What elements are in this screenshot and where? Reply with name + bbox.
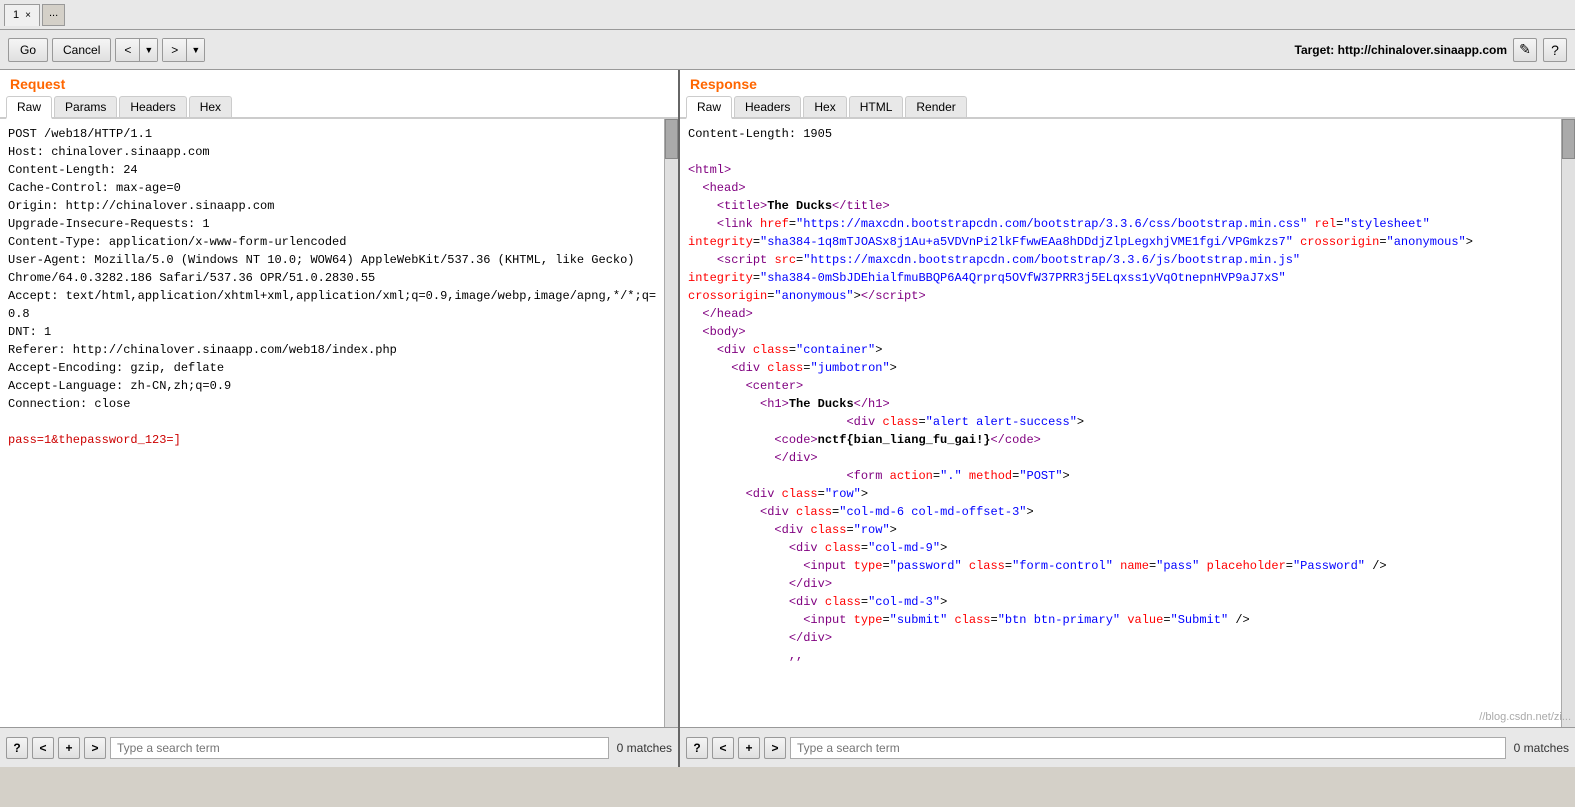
request-tab-raw[interactable]: Raw (6, 96, 52, 119)
response-search-bar: ? < + > 0 matches (680, 727, 1575, 767)
request-search-help[interactable]: ? (6, 737, 28, 759)
watermark: //blog.csdn.net/zi... (1479, 711, 1575, 723)
target-label: Target: http://chinalover.sinaapp.com (1295, 43, 1508, 57)
forward-arrow[interactable]: ▼ (187, 39, 204, 61)
toolbar-left: Go Cancel < ▼ > ▼ (8, 38, 205, 62)
request-scrollbar-thumb (665, 119, 678, 159)
go-button[interactable]: Go (8, 38, 48, 62)
back-main[interactable]: < (116, 39, 140, 61)
tab-label: 1 (13, 9, 19, 21)
response-tab-hex[interactable]: Hex (803, 96, 846, 117)
main-container: Request Raw Params Headers Hex POST /web… (0, 70, 1575, 767)
request-search-add[interactable]: + (58, 737, 80, 759)
request-tab-params[interactable]: Params (54, 96, 117, 117)
forward-split-button[interactable]: > ▼ (162, 38, 205, 62)
request-search-bar: ? < + > 0 matches (0, 727, 678, 767)
tab-1[interactable]: 1 × (4, 4, 40, 26)
request-panel-inner: POST /web18/HTTP/1.1 Host: chinalover.si… (0, 119, 678, 727)
title-bar: 1 × ... (0, 0, 1575, 30)
response-matches-label: 0 matches (1510, 741, 1569, 755)
request-matches-label: 0 matches (613, 741, 672, 755)
request-search-prev[interactable]: < (32, 737, 54, 759)
request-search-next[interactable]: > (84, 737, 106, 759)
response-tabs-bar: Raw Headers Hex HTML Render (680, 96, 1575, 119)
request-title: Request (0, 70, 678, 96)
request-search-input[interactable] (110, 737, 609, 759)
request-content[interactable]: POST /web18/HTTP/1.1 Host: chinalover.si… (0, 119, 664, 727)
request-tabs-bar: Raw Params Headers Hex (0, 96, 678, 119)
back-split-button[interactable]: < ▼ (115, 38, 158, 62)
response-search-next[interactable]: > (764, 737, 786, 759)
response-search-prev[interactable]: < (712, 737, 734, 759)
response-tab-headers[interactable]: Headers (734, 96, 801, 117)
response-content[interactable]: Content-Length: 1905 <html> <head> <titl… (680, 119, 1561, 727)
request-tab-headers[interactable]: Headers (119, 96, 186, 117)
request-tab-hex[interactable]: Hex (189, 96, 232, 117)
response-tab-raw[interactable]: Raw (686, 96, 732, 119)
response-search-input[interactable] (790, 737, 1506, 759)
response-search-help[interactable]: ? (686, 737, 708, 759)
response-panel-inner: Content-Length: 1905 <html> <head> <titl… (680, 119, 1575, 727)
response-scrollbar[interactable] (1561, 119, 1575, 727)
back-arrow[interactable]: ▼ (140, 39, 157, 61)
request-panel: Request Raw Params Headers Hex POST /web… (0, 70, 680, 767)
tab-menu-btn[interactable]: ... (42, 4, 65, 26)
help-button[interactable]: ? (1543, 38, 1567, 62)
response-scrollbar-thumb (1562, 119, 1575, 159)
tab-close-btn[interactable]: × (25, 10, 31, 21)
response-panel: Response Raw Headers Hex HTML Render Con… (680, 70, 1575, 767)
response-search-add[interactable]: + (738, 737, 760, 759)
cancel-button[interactable]: Cancel (52, 38, 111, 62)
toolbar: Go Cancel < ▼ > ▼ Target: http://chinalo… (0, 30, 1575, 70)
forward-main[interactable]: > (163, 39, 187, 61)
edit-target-button[interactable]: ✎ (1513, 38, 1537, 62)
response-tab-render[interactable]: Render (905, 96, 966, 117)
toolbar-right: Target: http://chinalover.sinaapp.com ✎ … (1295, 38, 1568, 62)
response-tab-html[interactable]: HTML (849, 96, 904, 117)
request-scrollbar[interactable] (664, 119, 678, 727)
response-title: Response (680, 70, 1575, 96)
